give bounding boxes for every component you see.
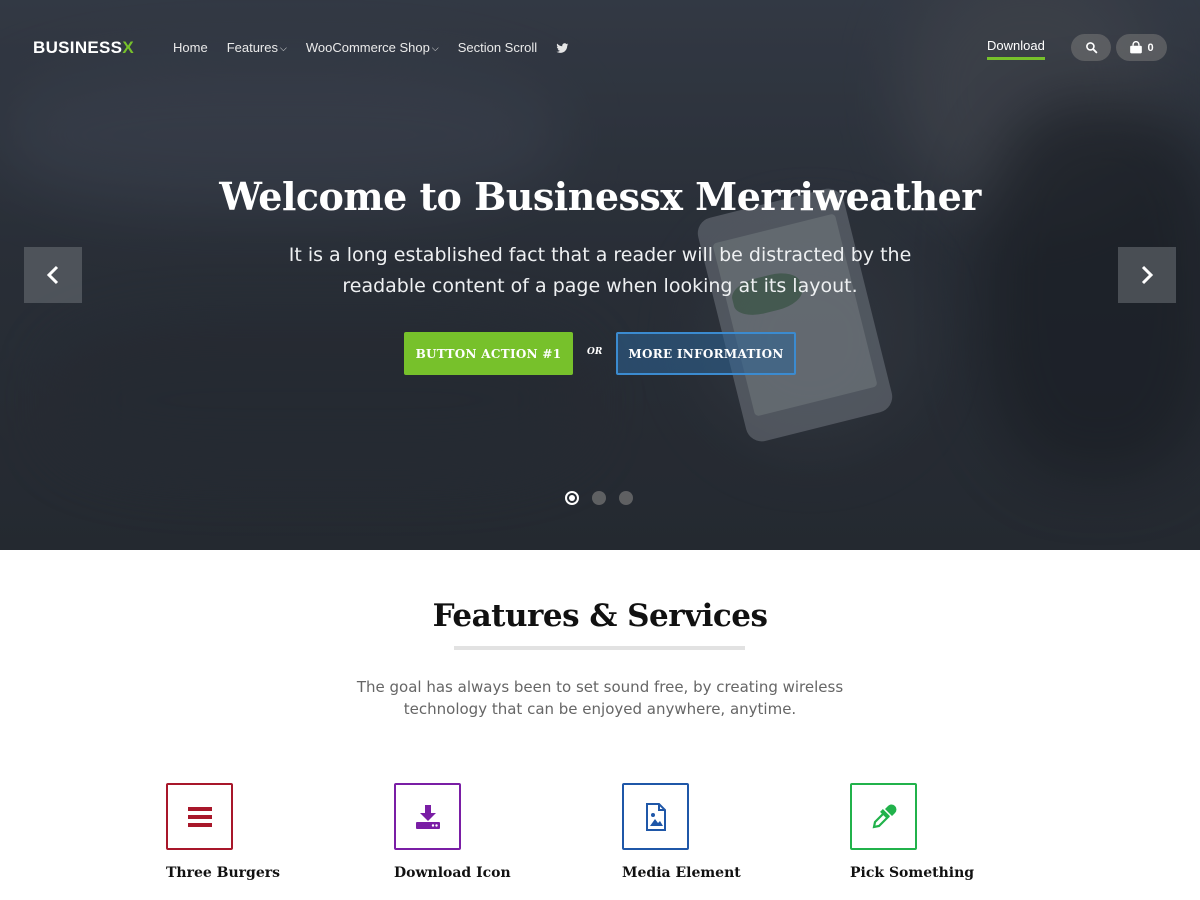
title-underline	[454, 646, 745, 650]
download-link[interactable]: Download	[987, 38, 1045, 60]
menu-item-label: WooCommerce Shop	[305, 40, 430, 55]
feature-icon-box	[622, 783, 689, 850]
slider-dot-1[interactable]	[565, 491, 579, 505]
slider-dot-3[interactable]	[619, 491, 633, 505]
feature-pick-something[interactable]: Pick Something	[850, 783, 1050, 881]
feature-label: Media Element	[622, 865, 741, 881]
site-logo[interactable]: BUSINESSX	[33, 38, 134, 58]
logo-text: BUSINESS	[33, 38, 123, 57]
hero-slider: BUSINESSX Home Features ⌵ WooCommerce Sho…	[0, 0, 1200, 550]
hamburger-icon	[187, 806, 212, 827]
menu-item-label: Home	[173, 40, 208, 55]
search-icon	[1085, 42, 1097, 54]
chevron-right-icon	[1141, 265, 1154, 285]
feature-label: Pick Something	[850, 865, 975, 881]
feature-icon-box	[166, 783, 233, 850]
slider-dot-2[interactable]	[592, 491, 606, 505]
button-action-primary[interactable]: BUTTON ACTION #1	[404, 332, 573, 375]
shopping-bag-icon	[1130, 41, 1143, 54]
main-menu: Home Features ⌵ WooCommerce Shop ⌵ Section…	[173, 40, 588, 55]
twitter-icon	[556, 42, 569, 53]
hero-subtitle: It is a long established fact that a rea…	[288, 244, 912, 297]
hero-title: Welcome to Businessx Merriweather	[219, 174, 981, 219]
menu-item-features[interactable]: Features ⌵	[227, 40, 287, 55]
feature-icon-box	[394, 783, 461, 850]
twitter-link[interactable]	[556, 40, 569, 55]
feature-icon-box	[850, 783, 917, 850]
eyedropper-icon	[872, 804, 896, 828]
menu-item-home[interactable]: Home	[173, 40, 208, 55]
features-title: Features & Services	[432, 598, 768, 634]
chevron-down-icon: ⌵	[280, 43, 287, 53]
feature-media-element[interactable]: Media Element	[622, 783, 822, 881]
menu-item-label: Features	[226, 40, 278, 55]
cart-count: 0	[1147, 41, 1154, 54]
feature-download-icon[interactable]: Download Icon	[394, 783, 594, 881]
logo-accent: X	[122, 38, 134, 57]
chevron-left-icon	[46, 265, 59, 285]
chevron-down-icon: ⌵	[431, 43, 439, 53]
search-button[interactable]	[1071, 34, 1111, 61]
image-file-icon	[645, 802, 666, 831]
feature-label: Download Icon	[394, 865, 511, 881]
cart-button[interactable]: 0	[1116, 34, 1167, 61]
menu-item-section-scroll[interactable]: Section Scroll	[458, 40, 537, 55]
menu-item-label: Section Scroll	[457, 40, 538, 55]
menu-item-woocommerce-shop[interactable]: WooCommerce Shop ⌵	[306, 40, 439, 55]
slider-next-button[interactable]	[1118, 247, 1176, 303]
slider-dots	[565, 491, 633, 505]
features-description: The goal has always been to set sound fr…	[356, 678, 844, 718]
slider-prev-button[interactable]	[24, 247, 82, 303]
top-navigation: BUSINESSX Home Features ⌵ WooCommerce Sho…	[0, 0, 1200, 95]
or-separator: OR	[587, 347, 603, 357]
feature-three-burgers[interactable]: Three Burgers	[166, 783, 366, 881]
download-icon	[415, 804, 440, 829]
more-information-button[interactable]: MORE INFORMATION	[616, 332, 796, 375]
feature-label: Three Burgers	[166, 865, 281, 881]
